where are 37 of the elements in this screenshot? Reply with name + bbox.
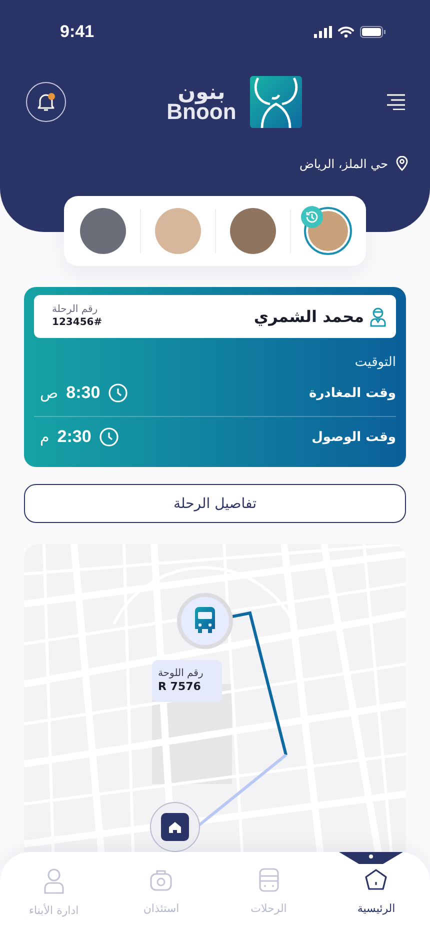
plate-label: رقم اللوحة xyxy=(158,666,204,680)
location-text: حي الملز، الرياض xyxy=(299,156,388,170)
time-value: 2:30 xyxy=(57,427,92,447)
time-label: وقت الوصول xyxy=(312,430,396,444)
bus-icon xyxy=(193,607,217,635)
driver-icon xyxy=(370,306,386,326)
trip-number-label: رقم الرحلة xyxy=(52,304,98,316)
clock-icon xyxy=(99,427,120,447)
time-period: م xyxy=(40,428,50,446)
history-badge-icon xyxy=(300,206,322,228)
trip-details-button[interactable]: تفاصيل الرحلة xyxy=(24,484,406,523)
time-label: وقت المغادرة xyxy=(309,386,396,400)
nav-tab[interactable]: الرئيسية xyxy=(322,852,430,932)
trip-number: 123456# xyxy=(52,316,102,329)
person-icon xyxy=(42,868,65,894)
logo-icon xyxy=(250,76,302,128)
nav-tab[interactable]: ادارة الأبناء xyxy=(0,852,108,932)
briefcase-icon xyxy=(149,868,174,892)
child-avatar[interactable] xyxy=(304,207,352,255)
driver-name: محمد الشمري xyxy=(254,307,364,326)
nav-tab[interactable]: استئذان xyxy=(108,852,215,932)
bell-icon xyxy=(36,92,56,112)
signal-icon xyxy=(314,26,332,38)
wifi-icon xyxy=(338,26,354,38)
battery-icon xyxy=(360,26,386,38)
home-icon xyxy=(161,813,189,841)
home-icon xyxy=(364,868,388,892)
location-pin-icon xyxy=(396,156,408,171)
nav-tab[interactable]: الرحلات xyxy=(215,852,322,932)
status-time: 9:41 xyxy=(60,22,94,42)
plate-number: R 7576 xyxy=(158,680,201,696)
bus-icon xyxy=(258,868,280,892)
timing-label: التوقيت xyxy=(354,355,396,370)
clock-icon xyxy=(108,383,128,403)
time-value: 8:30 xyxy=(66,383,100,403)
time-period: ص xyxy=(40,384,58,402)
notification-button[interactable] xyxy=(26,82,66,122)
